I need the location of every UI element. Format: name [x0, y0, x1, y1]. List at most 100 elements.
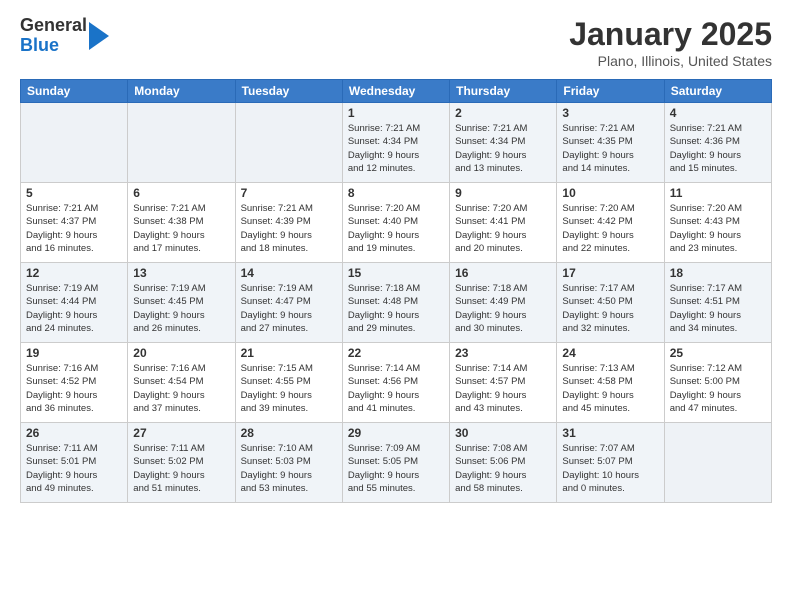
day-info: Sunrise: 7:07 AM Sunset: 5:07 PM Dayligh…	[562, 442, 658, 495]
day-cell-12: 12 Sunrise: 7:19 AM Sunset: 4:44 PM Dayli…	[21, 263, 128, 343]
day-number: 8	[348, 186, 444, 200]
day-cell-27: 27 Sunrise: 7:11 AM Sunset: 5:02 PM Dayli…	[128, 423, 235, 503]
day-cell-4: 4 Sunrise: 7:21 AM Sunset: 4:36 PM Daylig…	[664, 103, 771, 183]
day-number: 6	[133, 186, 229, 200]
page: General Blue January 2025 Plano, Illinoi…	[0, 0, 792, 612]
day-info: Sunrise: 7:14 AM Sunset: 4:56 PM Dayligh…	[348, 362, 444, 415]
week-row-2: 5 Sunrise: 7:21 AM Sunset: 4:37 PM Daylig…	[21, 183, 772, 263]
week-row-4: 19 Sunrise: 7:16 AM Sunset: 4:52 PM Dayli…	[21, 343, 772, 423]
day-cell-19: 19 Sunrise: 7:16 AM Sunset: 4:52 PM Dayli…	[21, 343, 128, 423]
logo-blue: Blue	[20, 36, 87, 56]
day-number: 13	[133, 266, 229, 280]
day-number: 27	[133, 426, 229, 440]
day-cell-28: 28 Sunrise: 7:10 AM Sunset: 5:03 PM Dayli…	[235, 423, 342, 503]
day-cell-15: 15Sunrise: 7:18 AM Sunset: 4:48 PM Dayli…	[342, 263, 449, 343]
header: General Blue January 2025 Plano, Illinoi…	[20, 16, 772, 69]
day-info: Sunrise: 7:21 AM Sunset: 4:36 PM Dayligh…	[670, 122, 766, 175]
logo: General Blue	[20, 16, 109, 56]
day-number: 19	[26, 346, 122, 360]
week-row-3: 12 Sunrise: 7:19 AM Sunset: 4:44 PM Dayli…	[21, 263, 772, 343]
day-info: Sunrise: 7:20 AM Sunset: 4:43 PM Dayligh…	[670, 202, 766, 255]
title-area: January 2025 Plano, Illinois, United Sta…	[569, 16, 772, 69]
day-cell-21: 21Sunrise: 7:15 AM Sunset: 4:55 PM Dayli…	[235, 343, 342, 423]
day-info: Sunrise: 7:19 AM Sunset: 4:47 PM Dayligh…	[241, 282, 337, 335]
day-cell-2: 2 Sunrise: 7:21 AM Sunset: 4:34 PM Daylig…	[450, 103, 557, 183]
day-number: 10	[562, 186, 658, 200]
weekday-header-thursday: Thursday	[450, 80, 557, 103]
day-info: Sunrise: 7:20 AM Sunset: 4:42 PM Dayligh…	[562, 202, 658, 255]
location: Plano, Illinois, United States	[569, 53, 772, 69]
day-info: Sunrise: 7:21 AM Sunset: 4:38 PM Dayligh…	[133, 202, 229, 255]
day-cell-empty	[235, 103, 342, 183]
month-title: January 2025	[569, 16, 772, 53]
day-info: Sunrise: 7:21 AM Sunset: 4:37 PM Dayligh…	[26, 202, 122, 255]
day-number: 12	[26, 266, 122, 280]
day-info: Sunrise: 7:11 AM Sunset: 5:02 PM Dayligh…	[133, 442, 229, 495]
day-cell-25: 25 Sunrise: 7:12 AM Sunset: 5:00 PM Dayli…	[664, 343, 771, 423]
week-row-5: 26Sunrise: 7:11 AM Sunset: 5:01 PM Dayli…	[21, 423, 772, 503]
day-cell-8: 8 Sunrise: 7:20 AM Sunset: 4:40 PM Daylig…	[342, 183, 449, 263]
day-cell-29: 29 Sunrise: 7:09 AM Sunset: 5:05 PM Dayli…	[342, 423, 449, 503]
day-info: Sunrise: 7:19 AM Sunset: 4:44 PM Dayligh…	[26, 282, 122, 335]
day-cell-14: 14 Sunrise: 7:19 AM Sunset: 4:47 PM Dayli…	[235, 263, 342, 343]
logo-text: General Blue	[20, 16, 87, 56]
day-info: Sunrise: 7:20 AM Sunset: 4:41 PM Dayligh…	[455, 202, 551, 255]
logo-general: General	[20, 16, 87, 36]
weekday-header-saturday: Saturday	[664, 80, 771, 103]
day-info: Sunrise: 7:17 AM Sunset: 4:50 PM Dayligh…	[562, 282, 658, 335]
day-info: Sunrise: 7:21 AM Sunset: 4:39 PM Dayligh…	[241, 202, 337, 255]
day-number: 3	[562, 106, 658, 120]
day-info: Sunrise: 7:14 AM Sunset: 4:57 PM Dayligh…	[455, 362, 551, 415]
day-cell-31: 31 Sunrise: 7:07 AM Sunset: 5:07 PM Dayli…	[557, 423, 664, 503]
day-info: Sunrise: 7:15 AM Sunset: 4:55 PM Dayligh…	[241, 362, 337, 415]
weekday-header-sunday: Sunday	[21, 80, 128, 103]
weekday-header-monday: Monday	[128, 80, 235, 103]
day-number: 28	[241, 426, 337, 440]
calendar: SundayMondayTuesdayWednesdayThursdayFrid…	[20, 79, 772, 503]
day-info: Sunrise: 7:16 AM Sunset: 4:52 PM Dayligh…	[26, 362, 122, 415]
day-cell-empty	[664, 423, 771, 503]
day-info: Sunrise: 7:17 AM Sunset: 4:51 PM Dayligh…	[670, 282, 766, 335]
day-cell-30: 30Sunrise: 7:08 AM Sunset: 5:06 PM Dayli…	[450, 423, 557, 503]
weekday-header-friday: Friday	[557, 80, 664, 103]
day-cell-22: 22 Sunrise: 7:14 AM Sunset: 4:56 PM Dayli…	[342, 343, 449, 423]
day-number: 22	[348, 346, 444, 360]
day-info: Sunrise: 7:19 AM Sunset: 4:45 PM Dayligh…	[133, 282, 229, 335]
week-row-1: 1Sunrise: 7:21 AM Sunset: 4:34 PM Daylig…	[21, 103, 772, 183]
day-cell-23: 23Sunrise: 7:14 AM Sunset: 4:57 PM Dayli…	[450, 343, 557, 423]
day-info: Sunrise: 7:13 AM Sunset: 4:58 PM Dayligh…	[562, 362, 658, 415]
day-info: Sunrise: 7:21 AM Sunset: 4:34 PM Dayligh…	[455, 122, 551, 175]
day-info: Sunrise: 7:10 AM Sunset: 5:03 PM Dayligh…	[241, 442, 337, 495]
day-number: 14	[241, 266, 337, 280]
day-cell-9: 9 Sunrise: 7:20 AM Sunset: 4:41 PM Daylig…	[450, 183, 557, 263]
day-number: 25	[670, 346, 766, 360]
day-info: Sunrise: 7:18 AM Sunset: 4:49 PM Dayligh…	[455, 282, 551, 335]
day-info: Sunrise: 7:16 AM Sunset: 4:54 PM Dayligh…	[133, 362, 229, 415]
day-cell-6: 6 Sunrise: 7:21 AM Sunset: 4:38 PM Daylig…	[128, 183, 235, 263]
day-number: 31	[562, 426, 658, 440]
day-cell-5: 5 Sunrise: 7:21 AM Sunset: 4:37 PM Daylig…	[21, 183, 128, 263]
day-info: Sunrise: 7:18 AM Sunset: 4:48 PM Dayligh…	[348, 282, 444, 335]
weekday-header-row: SundayMondayTuesdayWednesdayThursdayFrid…	[21, 80, 772, 103]
day-cell-26: 26Sunrise: 7:11 AM Sunset: 5:01 PM Dayli…	[21, 423, 128, 503]
day-number: 30	[455, 426, 551, 440]
day-number: 2	[455, 106, 551, 120]
day-info: Sunrise: 7:12 AM Sunset: 5:00 PM Dayligh…	[670, 362, 766, 415]
day-cell-11: 11Sunrise: 7:20 AM Sunset: 4:43 PM Dayli…	[664, 183, 771, 263]
day-info: Sunrise: 7:09 AM Sunset: 5:05 PM Dayligh…	[348, 442, 444, 495]
day-number: 5	[26, 186, 122, 200]
day-number: 18	[670, 266, 766, 280]
day-cell-10: 10 Sunrise: 7:20 AM Sunset: 4:42 PM Dayli…	[557, 183, 664, 263]
day-cell-20: 20Sunrise: 7:16 AM Sunset: 4:54 PM Dayli…	[128, 343, 235, 423]
day-number: 9	[455, 186, 551, 200]
day-number: 24	[562, 346, 658, 360]
day-cell-18: 18 Sunrise: 7:17 AM Sunset: 4:51 PM Dayli…	[664, 263, 771, 343]
weekday-header-tuesday: Tuesday	[235, 80, 342, 103]
day-info: Sunrise: 7:21 AM Sunset: 4:35 PM Dayligh…	[562, 122, 658, 175]
day-number: 29	[348, 426, 444, 440]
day-info: Sunrise: 7:20 AM Sunset: 4:40 PM Dayligh…	[348, 202, 444, 255]
day-number: 4	[670, 106, 766, 120]
day-cell-7: 7Sunrise: 7:21 AM Sunset: 4:39 PM Daylig…	[235, 183, 342, 263]
day-number: 17	[562, 266, 658, 280]
day-cell-empty	[21, 103, 128, 183]
